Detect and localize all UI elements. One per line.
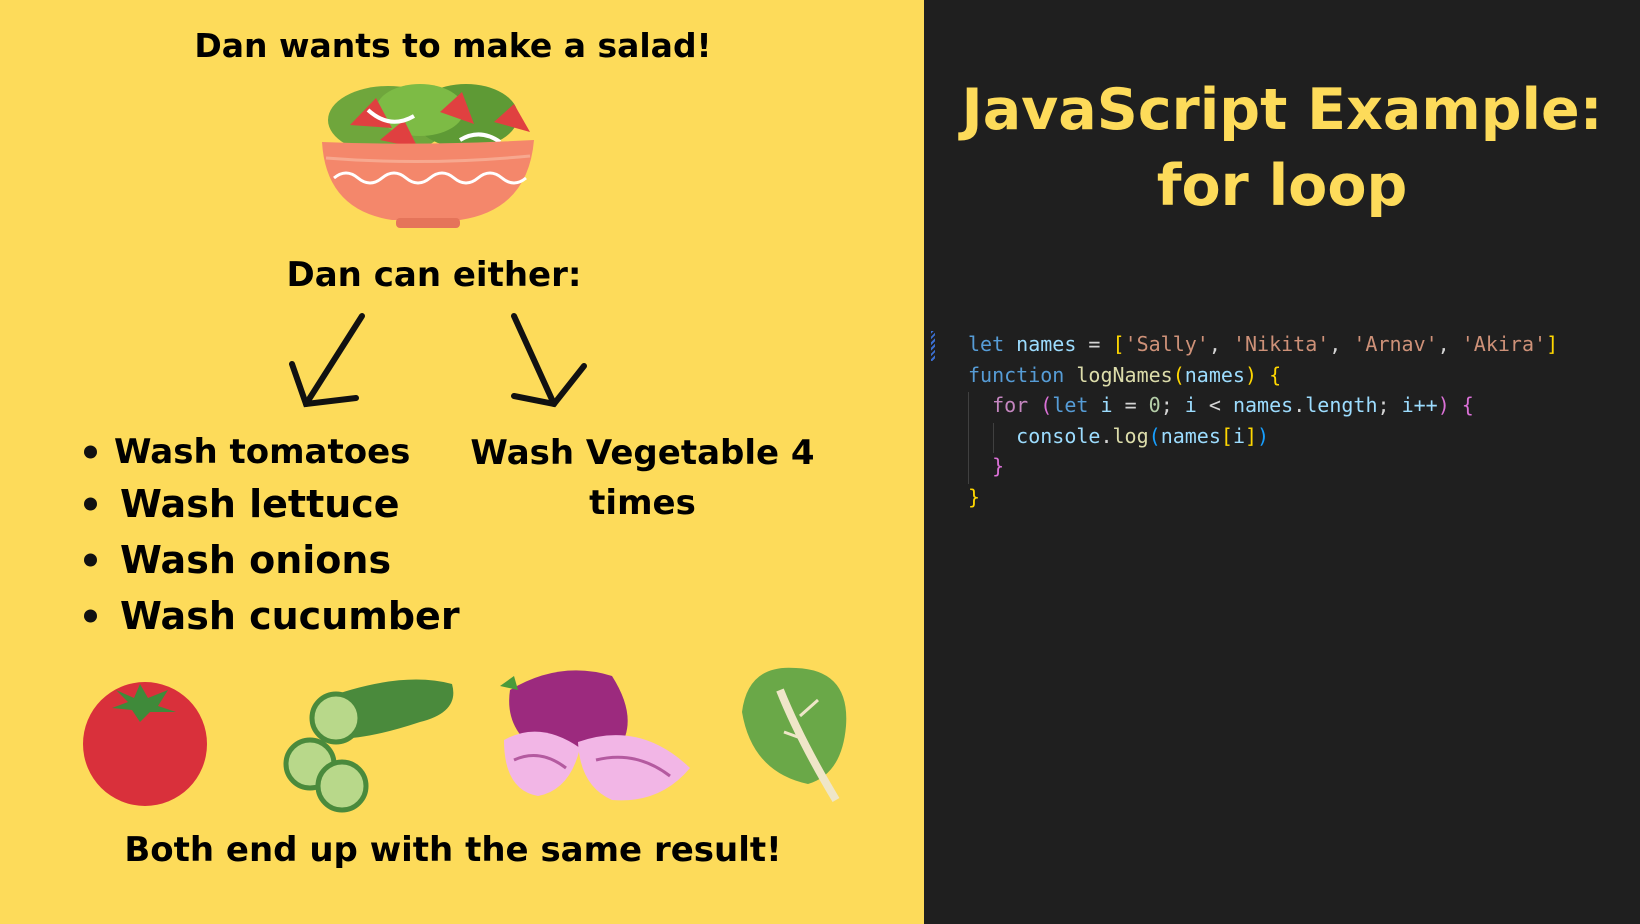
code-token: ( (1172, 362, 1185, 387)
salad-bowl-icon (322, 84, 534, 228)
arrow-right-icon (511, 313, 587, 408)
js-title: JavaScript Example: for loop (924, 72, 1640, 224)
code-token: } (968, 484, 981, 509)
code-token: [ (1220, 423, 1233, 448)
code-token: names (1160, 423, 1221, 448)
js-title-line2: for loop (1156, 153, 1408, 219)
code-token: i (1100, 393, 1113, 417)
code-token: ] (1245, 423, 1258, 448)
code-token: 'Akira' (1461, 332, 1547, 356)
code-token: 'Sally' (1124, 332, 1209, 356)
code-line-3: for (let i = 0; i < names.length; i++) { (968, 390, 1558, 421)
code-token: < (1196, 393, 1233, 417)
code-line-1: let names = ['Sally', 'Nikita', 'Arnav',… (968, 332, 1559, 356)
code-token: . (1100, 423, 1113, 448)
code-token: 'Arnav' (1353, 332, 1438, 356)
code-token: ( (1148, 423, 1161, 448)
code-token: let (968, 332, 1005, 356)
tomato-icon (83, 682, 207, 806)
code-token: 0 (1148, 393, 1161, 417)
code-token: i++ (1401, 393, 1438, 417)
code-line-4: console.log(names[i]) (968, 421, 1558, 452)
code-token: let (1052, 393, 1089, 417)
code-token: = (1112, 393, 1149, 417)
code-token: logNames (1076, 362, 1173, 387)
code-block: let names = ['Sally', 'Nikita', 'Arnav',… (968, 329, 1558, 512)
code-token: ] (1546, 332, 1559, 356)
code-line-5: } (968, 451, 1558, 482)
code-token: function (968, 362, 1065, 387)
code-token: i (1232, 423, 1245, 448)
code-token: ( (1040, 393, 1053, 417)
code-token: length (1305, 393, 1378, 417)
edit-marker (931, 331, 935, 361)
code-token: for (992, 393, 1029, 417)
code-token: { (1269, 362, 1282, 387)
code-token: ) (1257, 423, 1270, 448)
arrow-left-icon (289, 313, 365, 408)
code-token: . (1293, 393, 1306, 417)
code-token: i (1184, 393, 1197, 417)
code-token: log (1112, 423, 1149, 448)
code-token: ) (1244, 362, 1258, 387)
illustrations (83, 84, 847, 813)
code-line-2: function logNames(names) { (968, 360, 1558, 391)
code-token: 'Nikita' (1232, 332, 1330, 356)
cucumber-icon (283, 679, 454, 813)
code-token: names (1232, 393, 1294, 417)
code-token: ; (1377, 393, 1402, 417)
code-line-6: } (968, 482, 1558, 513)
code-token: [ (1112, 332, 1125, 356)
code-token: ) (1437, 393, 1450, 417)
code-token: } (992, 454, 1005, 478)
code-token: = (1076, 332, 1113, 356)
js-title-line1: JavaScript Example: (961, 77, 1603, 143)
code-token: console (1016, 423, 1101, 448)
code-token: { (1461, 393, 1474, 417)
onion-icon (500, 670, 690, 801)
code-token: ; (1160, 393, 1185, 417)
lettuce-icon (742, 667, 847, 803)
code-token: names (1016, 332, 1077, 356)
code-token: names (1184, 362, 1245, 387)
